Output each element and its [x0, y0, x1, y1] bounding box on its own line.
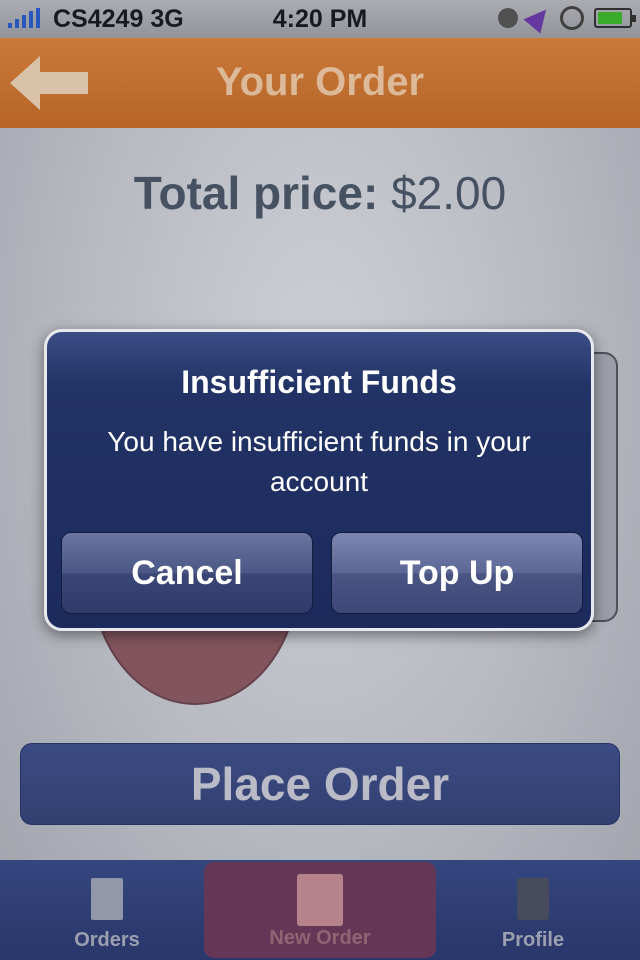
- alert-message: You have insufficient funds in your acco…: [107, 426, 531, 497]
- insufficient-funds-alert: Insufficient Funds You have insufficient…: [44, 329, 594, 631]
- cancel-button[interactable]: Cancel: [61, 532, 313, 614]
- top-up-button[interactable]: Top Up: [331, 532, 583, 614]
- alert-title: Insufficient Funds: [181, 364, 457, 400]
